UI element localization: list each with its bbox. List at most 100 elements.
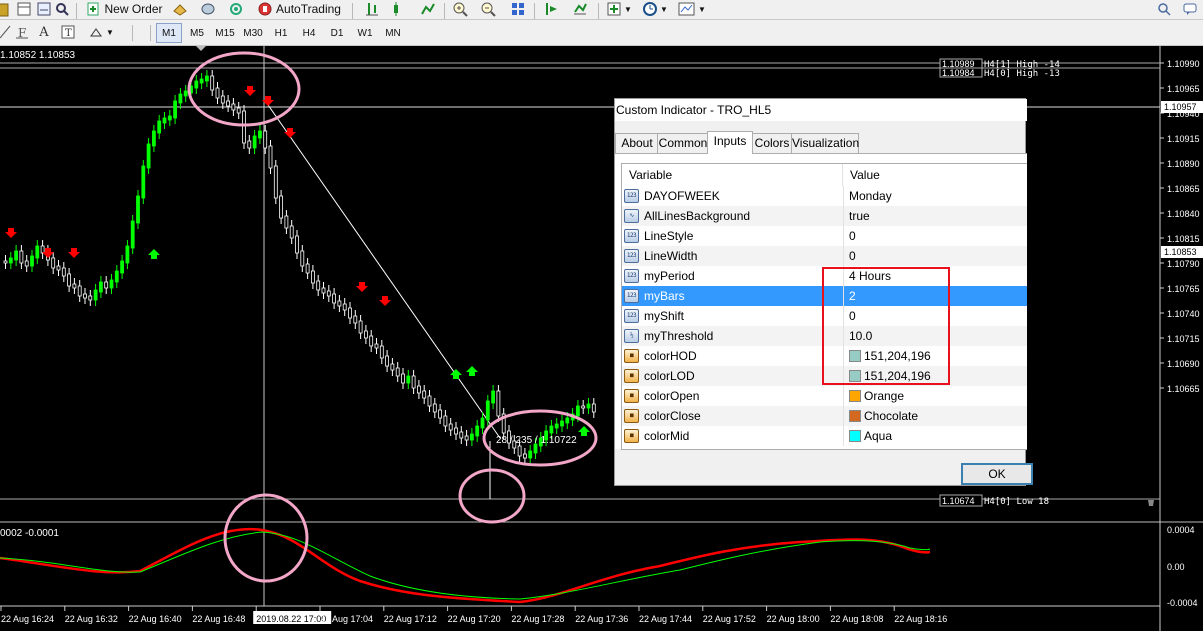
new-order-button[interactable]: New Order xyxy=(82,0,166,18)
timeframe-mn[interactable]: MN xyxy=(380,23,406,43)
candle-body xyxy=(19,250,24,264)
candle-body xyxy=(88,295,93,301)
svg-text:T: T xyxy=(65,28,72,39)
line-studies-icon[interactable] xyxy=(0,23,12,41)
input-row-colormid[interactable]: ■ colorMid Aqua xyxy=(622,426,1027,446)
line-chart-icon[interactable] xyxy=(418,0,438,18)
candle-body xyxy=(517,445,522,457)
toolbar-separator xyxy=(150,25,151,41)
time-tick-label: 22 Aug 17:44 xyxy=(639,614,692,624)
candle-body xyxy=(310,270,315,284)
toolbar-icon-partial[interactable] xyxy=(0,0,10,18)
candle-body xyxy=(411,375,416,389)
bar-chart-icon[interactable] xyxy=(362,0,382,18)
arrows-icon xyxy=(90,28,103,37)
market-watch-icon[interactable] xyxy=(170,0,190,18)
input-value-cell[interactable]: 0 xyxy=(843,226,1027,246)
candle-body xyxy=(61,267,66,277)
templates-menu-button[interactable]: ▼ xyxy=(676,0,708,18)
candle-body xyxy=(173,100,178,119)
input-row-linestyle[interactable]: 123 LineStyle 0 xyxy=(622,226,1027,246)
candle-body xyxy=(204,75,209,82)
time-tick-label: 22 Aug 18:08 xyxy=(830,614,883,624)
arrows-menu-button[interactable]: ▼ xyxy=(84,23,118,41)
time-tick-label: 22 Aug 17:36 xyxy=(575,614,628,624)
candle-body xyxy=(120,260,124,274)
auto-scroll-icon[interactable] xyxy=(570,0,590,18)
text-label-icon[interactable]: T xyxy=(56,23,80,41)
auto-trading-button[interactable]: AutoTrading xyxy=(252,0,346,18)
input-row-alllinesbackground[interactable]: ∿ AllLinesBackground true xyxy=(622,206,1027,226)
tab-about[interactable]: About xyxy=(615,133,659,153)
timeframe-m5[interactable]: M5 xyxy=(184,23,210,43)
tab-inputs[interactable]: Inputs xyxy=(707,131,753,154)
input-value: 0 xyxy=(849,229,856,243)
tile-windows-icon[interactable] xyxy=(508,0,528,18)
candlestick-icon[interactable] xyxy=(388,0,408,18)
timeframe-d1[interactable]: D1 xyxy=(324,23,350,43)
tab-colors[interactable]: Colors xyxy=(751,133,793,153)
indicator-tick-label: 0.00 xyxy=(1167,562,1185,572)
ok-button[interactable]: OK xyxy=(961,463,1033,485)
timeframe-m15[interactable]: M15 xyxy=(212,23,238,43)
search-icon[interactable] xyxy=(1154,0,1174,18)
highlight-box xyxy=(822,267,950,385)
timeframe-w1[interactable]: W1 xyxy=(352,23,378,43)
template-icon xyxy=(678,2,695,16)
candle-body xyxy=(51,257,56,269)
candle-body xyxy=(586,403,591,409)
input-value: Chocolate xyxy=(864,409,919,423)
timeframe-m1[interactable]: M1 xyxy=(156,23,182,43)
indicators-menu-button[interactable]: ▼ xyxy=(604,0,634,18)
indicator-tick-label: 0.0004 xyxy=(1167,525,1195,535)
terminal-icon[interactable] xyxy=(34,0,54,18)
candle-body xyxy=(35,245,40,259)
zoom-in-icon[interactable] xyxy=(450,0,470,18)
input-value-cell[interactable]: Aqua xyxy=(843,426,1027,446)
chart-shift-icon[interactable] xyxy=(542,0,562,18)
fibonacci-icon[interactable]: F xyxy=(12,23,32,41)
input-value-cell[interactable]: 0 xyxy=(843,246,1027,266)
price-tick-label: 1.10765 xyxy=(1167,284,1200,294)
input-row-colorclose[interactable]: ■ colorClose Chocolate xyxy=(622,406,1027,426)
zoom-out-icon[interactable] xyxy=(478,0,498,18)
timeframe-m30[interactable]: M30 xyxy=(240,23,266,43)
signal-icon[interactable] xyxy=(226,0,246,18)
int-icon: 123 xyxy=(624,269,639,283)
input-value-cell[interactable]: Monday xyxy=(843,186,1027,206)
input-value-cell[interactable]: Chocolate xyxy=(843,406,1027,426)
timeframe-h4[interactable]: H4 xyxy=(296,23,322,43)
candle-body xyxy=(194,80,199,89)
strategy-tester-icon[interactable] xyxy=(52,0,72,18)
input-row-linewidth[interactable]: 123 LineWidth 0 xyxy=(622,246,1027,266)
input-value: Aqua xyxy=(864,429,893,443)
candle-body xyxy=(528,450,533,459)
new-order-icon xyxy=(87,2,99,16)
chat-icon[interactable] xyxy=(1180,0,1200,18)
candle-body xyxy=(268,145,273,169)
periods-menu-button[interactable]: ▼ xyxy=(640,0,670,18)
text-icon[interactable]: A xyxy=(34,23,54,41)
data-window-icon[interactable] xyxy=(198,0,218,18)
variable-column-header[interactable]: Variable xyxy=(622,164,843,186)
input-row-dayofweek[interactable]: 123 DAYOFWEEK Monday xyxy=(622,186,1027,206)
candle-body xyxy=(316,280,321,291)
navigator-icon[interactable] xyxy=(14,0,34,18)
candle-body xyxy=(560,420,564,427)
price-tick-label: 1.10890 xyxy=(1167,159,1200,169)
input-name: myThreshold xyxy=(644,329,714,343)
timeframe-h1[interactable]: H1 xyxy=(268,23,294,43)
candle-body xyxy=(8,257,13,264)
candle-body xyxy=(353,315,358,324)
input-row-coloropen[interactable]: ■ colorOpen Orange xyxy=(622,386,1027,406)
candle-body xyxy=(576,405,580,417)
input-name: DAYOFWEEK xyxy=(644,189,720,203)
tab-common[interactable]: Common xyxy=(657,133,709,153)
input-value-cell[interactable]: Orange xyxy=(843,386,1027,406)
chevron-down-icon: ▼ xyxy=(660,4,668,14)
tab-visualization[interactable]: Visualization xyxy=(791,133,859,153)
candle-body xyxy=(252,135,257,149)
input-value-cell[interactable]: true xyxy=(843,206,1027,226)
value-column-header[interactable]: Value xyxy=(843,164,1027,186)
inputs-panel: Variable Value 123 DAYOFWEEK Monday ∿ AllLin… xyxy=(615,153,1027,450)
